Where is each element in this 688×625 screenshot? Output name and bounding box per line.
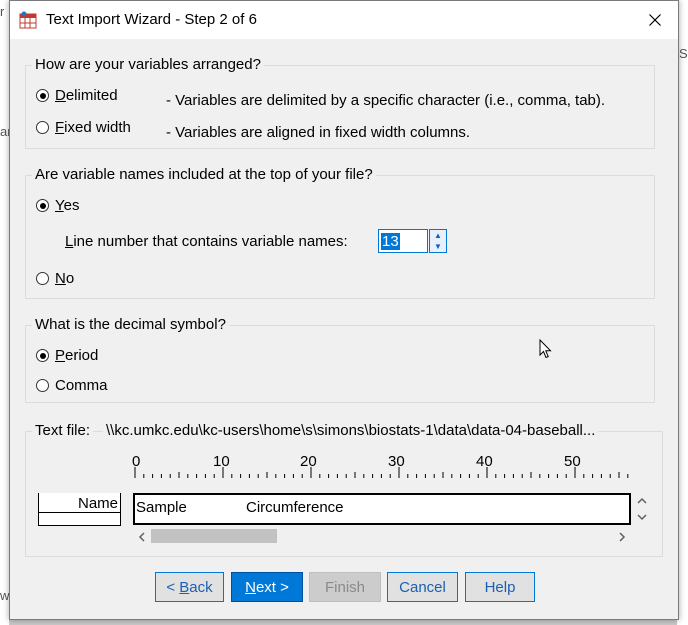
cancel-label: Cancel (399, 578, 446, 596)
spin-up-icon[interactable]: ▲ (430, 230, 446, 241)
name-row-label: Name (77, 495, 118, 512)
column-ruler (134, 467, 629, 478)
spin-down-icon[interactable]: ▼ (430, 241, 446, 252)
text-file-path: \\kc.umkc.edu\kc-users\home\s\simons\bio… (103, 422, 599, 439)
arrangement-question: How are your variables arranged? (32, 56, 264, 73)
back-label: < Back (166, 578, 213, 596)
no-radio[interactable]: No (36, 270, 74, 287)
fixed-width-radio[interactable]: Fixed width (36, 119, 131, 136)
radio-indicator (36, 121, 49, 134)
delimited-description: - Variables are delimited by a specific … (166, 92, 606, 109)
scroll-up-icon[interactable] (637, 497, 647, 504)
background-text: S (679, 46, 688, 61)
next-label: Next > (245, 578, 289, 596)
no-label: No (55, 270, 75, 287)
yes-radio[interactable]: Yes (36, 197, 79, 214)
fixed-width-label: Fixed width (55, 119, 131, 136)
period-label: Period (55, 347, 99, 364)
window-title: Text Import Wizard - Step 2 of 6 (46, 11, 257, 28)
radio-indicator (36, 89, 49, 102)
line-number-value: 13 (381, 233, 400, 250)
line-number-label: Line number that contains variable names… (65, 233, 348, 250)
delimited-label: Delimited (55, 87, 118, 104)
row-divider (39, 512, 120, 513)
period-radio[interactable]: Period (36, 347, 98, 364)
comma-radio[interactable]: Comma (36, 377, 108, 394)
scroll-right-icon[interactable] (619, 532, 626, 542)
radio-indicator (36, 199, 49, 212)
vertical-scrollbar[interactable] (633, 493, 651, 526)
preview-cell: Sample (136, 499, 187, 516)
preview-cell: Circumference (246, 499, 344, 516)
delimited-radio[interactable]: Delimited (36, 87, 118, 104)
mouse-cursor-icon (539, 339, 552, 359)
fixed-width-description: - Variables are aligned in fixed width c… (166, 124, 471, 141)
radio-indicator (36, 379, 49, 392)
scroll-left-icon[interactable] (138, 532, 145, 542)
cancel-button[interactable]: Cancel (387, 572, 458, 602)
row-header: Name (38, 493, 121, 526)
help-button[interactable]: Help (465, 572, 535, 602)
background-window-left (0, 0, 9, 625)
decimal-group (25, 325, 655, 403)
title-bar: Text Import Wizard - Step 2 of 6 (10, 1, 678, 39)
close-icon (649, 14, 661, 26)
scroll-down-icon[interactable] (637, 514, 647, 521)
radio-indicator (36, 349, 49, 362)
next-button[interactable]: Next > (231, 572, 303, 602)
variable-names-question: Are variable names included at the top o… (32, 166, 376, 183)
radio-indicator (36, 272, 49, 285)
yes-label: Yes (55, 197, 80, 214)
spss-app-icon (19, 11, 37, 29)
help-label: Help (484, 578, 516, 596)
line-number-input[interactable]: 13 (378, 229, 428, 253)
decimal-question: What is the decimal symbol? (32, 316, 229, 333)
data-preview-grid[interactable]: Sample Circumference (133, 493, 631, 525)
horizontal-scrollbar[interactable] (133, 527, 631, 545)
finish-label: Finish (324, 578, 365, 596)
horizontal-scroll-thumb[interactable] (151, 529, 277, 543)
line-number-spinner[interactable]: ▲ ▼ (429, 229, 447, 253)
comma-label: Comma (55, 377, 108, 394)
background-text: r (0, 4, 5, 19)
background-text: w (0, 588, 10, 603)
back-button[interactable]: < Back (155, 572, 224, 602)
text-file-label: Text file: (32, 422, 94, 439)
text-import-wizard-dialog: Text Import Wizard - Step 2 of 6 How are… (9, 0, 679, 620)
finish-button[interactable]: Finish (309, 572, 381, 602)
close-button[interactable] (632, 1, 678, 39)
